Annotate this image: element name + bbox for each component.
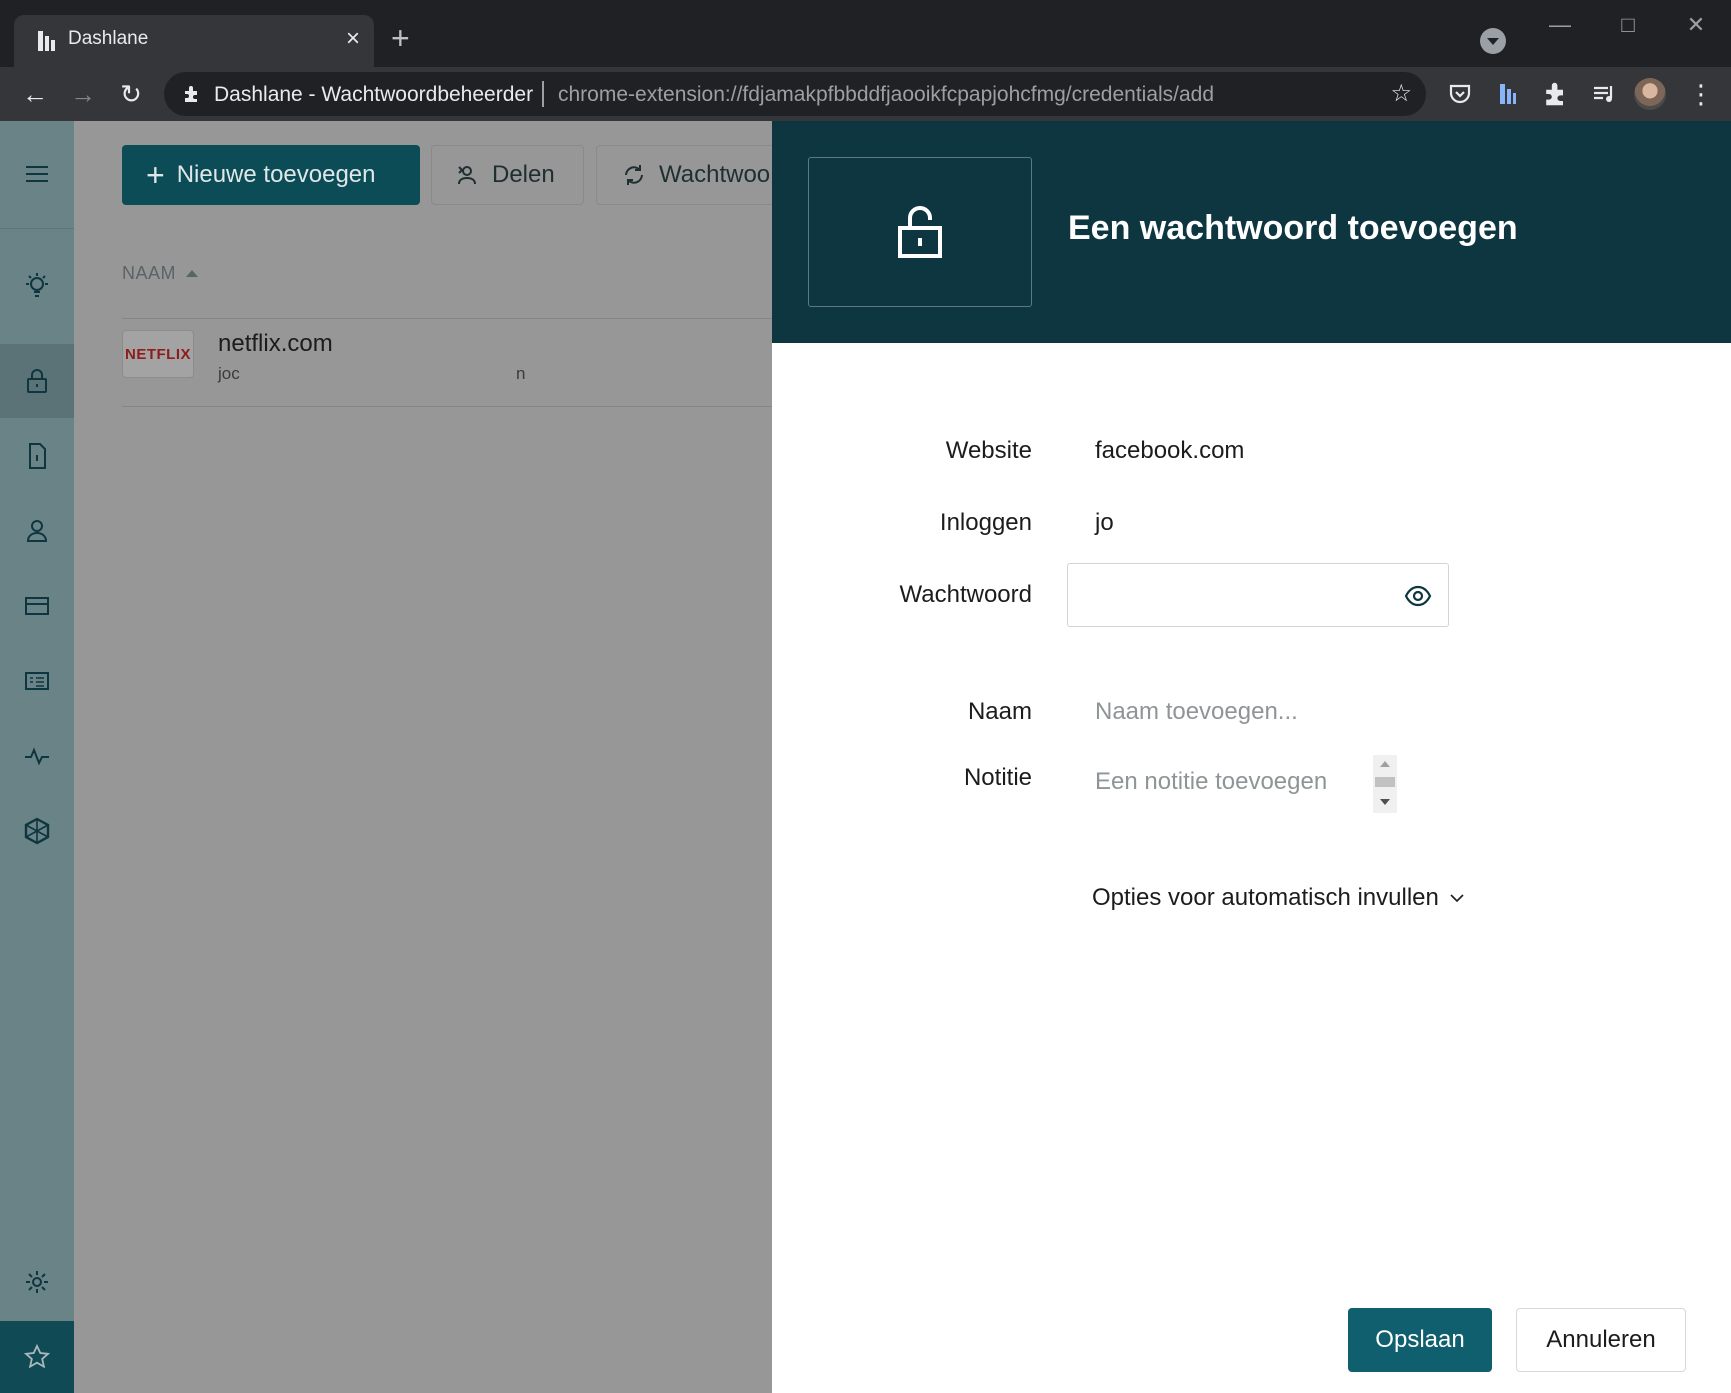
person-icon (26, 520, 48, 542)
sidebar (0, 121, 74, 1393)
cube-icon (24, 817, 50, 845)
name-column-header[interactable]: NAAM (122, 263, 199, 284)
browser-toolbar: ← → ↻ Dashlane - Wachtwoordbeheerder chr… (0, 67, 1731, 121)
bookmark-star-icon[interactable]: ☆ (1390, 81, 1412, 107)
sidebar-item-dark-web[interactable] (0, 794, 74, 868)
column-header-label: NAAM (122, 263, 177, 283)
password-label: Wachtwoord (899, 581, 1033, 608)
sidebar-item-ids[interactable] (0, 644, 74, 718)
profile-avatar[interactable] (1634, 78, 1666, 110)
share-label: Delen (492, 161, 555, 188)
credentials-list: + Nieuwe toevoegen Delen Wachtwoo NAAM N… (74, 121, 772, 1393)
tab-close-icon[interactable]: × (346, 26, 360, 52)
save-button[interactable]: Opslaan (1348, 1308, 1492, 1372)
lightbulb-icon[interactable] (0, 249, 74, 323)
credential-login-end: n (516, 364, 526, 383)
browser-tab[interactable]: Dashlane × (14, 15, 374, 67)
sidebar-item-health[interactable] (0, 719, 74, 793)
netflix-logo: NETFLIX (122, 330, 194, 378)
credential-login: joc (218, 364, 240, 383)
login-field[interactable]: jo (1095, 509, 1114, 537)
media-queue-icon[interactable] (1590, 80, 1618, 108)
tab-search-icon[interactable] (1480, 28, 1506, 54)
table-row[interactable]: NETFLIX netflix.com joc n (122, 318, 772, 406)
note-textarea[interactable]: Een notitie toevoegen (1095, 767, 1365, 807)
tab-title: Dashlane (68, 28, 149, 49)
cancel-button[interactable]: Annuleren (1516, 1308, 1686, 1372)
extension-icon (185, 86, 197, 102)
plus-icon: + (146, 157, 165, 193)
panel-title: Een wachtwoord toevoegen (1068, 209, 1518, 247)
logo-text: NETFLIX (125, 345, 191, 363)
sidebar-item-premium[interactable] (0, 1321, 74, 1393)
reload-icon[interactable]: ↻ (114, 77, 148, 111)
chrome-menu-icon[interactable]: ⋮ (1684, 77, 1718, 111)
sidebar-item-payments[interactable] (0, 569, 74, 643)
note-label: Notitie (963, 764, 1032, 791)
website-field[interactable]: facebook.com (1095, 437, 1244, 465)
unlocked-padlock-icon (898, 206, 942, 258)
close-window-icon[interactable]: ✕ (1676, 10, 1716, 40)
share-button[interactable]: Delen (431, 145, 584, 205)
panel-header: Een wachtwoord toevoegen (772, 121, 1731, 343)
dashlane-extension-icon[interactable] (1494, 80, 1522, 108)
menu-icon[interactable] (0, 137, 74, 211)
sidebar-item-passwords[interactable] (0, 344, 74, 418)
panel-icon-box (808, 157, 1032, 307)
row-divider (122, 406, 772, 407)
browser-tab-strip: Dashlane × + — □ ✕ (0, 0, 1731, 67)
address-bar[interactable]: Dashlane - Wachtwoordbeheerder chrome-ex… (164, 72, 1426, 116)
forward-icon[interactable]: → (66, 77, 100, 111)
document-icon (29, 443, 46, 469)
refresh-icon (625, 165, 643, 185)
sidebar-divider (0, 228, 74, 229)
maximize-icon[interactable]: □ (1608, 10, 1648, 40)
name-label: Naam (967, 698, 1032, 725)
minimize-icon[interactable]: — (1540, 10, 1580, 40)
extensions-puzzle-icon[interactable] (1542, 80, 1570, 108)
add-password-panel: Een wachtwoord toevoegen Website faceboo… (772, 121, 1731, 1393)
settings-icon (26, 1271, 48, 1293)
autofill-options-toggle[interactable]: Opties voor automatisch invullen (1092, 884, 1465, 912)
scroll-up-icon[interactable] (1380, 761, 1390, 767)
id-card-icon (25, 672, 49, 690)
star-icon (23, 1343, 51, 1369)
address-separator (542, 81, 544, 107)
back-icon[interactable]: ← (18, 77, 52, 111)
new-tab-icon[interactable]: + (391, 22, 410, 54)
dashlane-app: + Nieuwe toevoegen Delen Wachtwoo NAAM N… (0, 121, 1731, 1393)
chevron-down-icon (1450, 894, 1464, 903)
scroll-down-icon[interactable] (1380, 799, 1390, 805)
autofill-options-label: Opties voor automatisch invullen (1092, 884, 1439, 911)
pocket-icon[interactable] (1446, 80, 1474, 108)
password-input[interactable] (1067, 563, 1449, 627)
eye-icon[interactable] (1404, 582, 1432, 610)
add-new-label: Nieuwe toevoegen (176, 161, 376, 188)
note-scrollbar[interactable] (1373, 755, 1397, 813)
sidebar-item-notes[interactable] (0, 419, 74, 493)
card-icon (25, 597, 49, 615)
name-input[interactable]: Naam toevoegen... (1095, 698, 1298, 726)
password-generator-label: Wachtwoo (659, 161, 771, 188)
sidebar-item-personal-info[interactable] (0, 494, 74, 568)
add-new-button[interactable]: + Nieuwe toevoegen (122, 145, 420, 205)
sort-ascending-icon (186, 270, 199, 277)
password-generator-button[interactable]: Wachtwoo (596, 145, 772, 205)
dashlane-favicon-icon (38, 31, 55, 51)
pulse-icon (25, 747, 49, 766)
login-label: Inloggen (939, 509, 1032, 536)
scroll-thumb[interactable] (1375, 777, 1395, 787)
credential-title: netflix.com (218, 330, 333, 357)
sidebar-item-settings[interactable] (0, 1245, 74, 1319)
lock-icon (27, 369, 47, 393)
share-user-icon (458, 166, 476, 185)
site-name: Dashlane - Wachtwoordbeheerder (214, 83, 534, 106)
url-text: chrome-extension://fdjamakpfbbddfjaooikf… (558, 83, 1215, 106)
website-label: Website (945, 437, 1032, 464)
